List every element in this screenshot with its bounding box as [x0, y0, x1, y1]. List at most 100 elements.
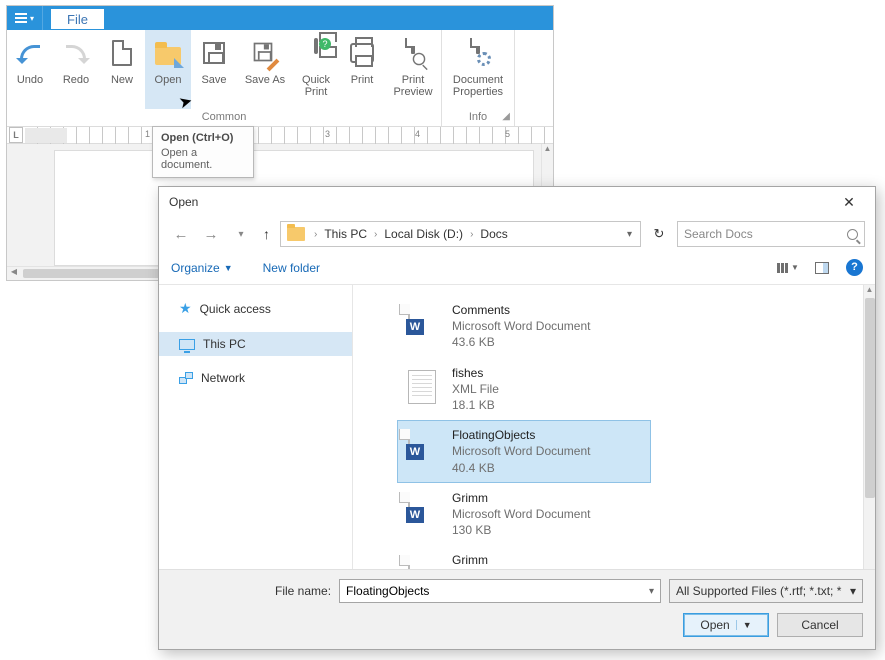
chevron-right-icon[interactable]: › [309, 229, 322, 240]
nav-this-pc[interactable]: This PC [159, 332, 352, 356]
help-button[interactable]: ? [846, 259, 863, 276]
ruler-ticks: 1 2 3 4 5 [25, 127, 553, 145]
file-item[interactable]: WFloatingObjectsMicrosoft Word Document4… [397, 420, 651, 483]
file-type: XML File [452, 381, 499, 397]
scroll-left-icon[interactable]: ◀ [7, 267, 21, 276]
file-size: 18.1 KB [452, 397, 499, 413]
preview-pane-button[interactable] [808, 257, 836, 279]
filename-input[interactable]: FloatingObjects ▾ [339, 579, 661, 603]
doc-properties-button[interactable]: Document Properties [442, 30, 514, 109]
file-name: fishes [452, 365, 499, 381]
filelist-scrollbar[interactable]: ▲ [863, 285, 875, 569]
recent-dropdown[interactable]: ▾ [229, 222, 253, 246]
address-dropdown[interactable]: ▾ [621, 229, 638, 240]
refresh-button[interactable]: ↻ [647, 226, 671, 242]
chevron-down-icon: ▼ [224, 263, 233, 273]
scroll-up-icon[interactable]: ▲ [542, 144, 553, 156]
up-button[interactable]: ↑ [259, 226, 274, 242]
view-mode-button[interactable]: ▼ [774, 257, 802, 279]
tooltip-title: Open (Ctrl+O) [161, 132, 245, 144]
doc-properties-icon [461, 36, 495, 70]
side-nav: ★ Quick access This PC Network [159, 285, 353, 569]
crumb-folder[interactable]: Docs [478, 227, 509, 241]
tab-file[interactable]: File [51, 9, 104, 29]
file-item[interactable]: fishesXML File18.1 KB [397, 358, 651, 421]
word-doc-icon: W [408, 555, 410, 569]
file-type: Microsoft Word Document [452, 506, 591, 522]
chevron-down-icon: ▼ [791, 263, 799, 272]
titlebar: ▾ File [7, 6, 553, 30]
scroll-up-icon[interactable]: ▲ [864, 285, 875, 297]
dialog-title: Open [169, 195, 198, 209]
arrow-up-icon: ↑ [263, 226, 270, 242]
filter-text: All Supported Files (*.rtf; *.txt; * [676, 584, 841, 598]
file-list[interactable]: WCommentsMicrosoft Word Document43.6 KBf… [353, 285, 875, 569]
network-icon [179, 372, 193, 384]
save-button[interactable]: Save [191, 30, 237, 109]
nav-row: ← → ▾ ↑ › This PC › Local Disk (D:) › Do… [159, 217, 875, 251]
undo-label: Undo [17, 74, 43, 86]
undo-icon [13, 36, 47, 70]
scroll-thumb[interactable] [865, 298, 875, 498]
save-as-label: Save As [245, 74, 285, 86]
redo-label: Redo [63, 74, 89, 86]
refresh-icon: ↻ [654, 226, 665, 241]
print-icon [345, 36, 379, 70]
chevron-down-icon: ▾ [238, 229, 243, 240]
file-name: Comments [452, 302, 591, 318]
breadcrumb-bar[interactable]: › This PC › Local Disk (D:) › Docs ▾ [280, 221, 641, 247]
undo-button[interactable]: Undo [7, 30, 53, 109]
quick-print-button[interactable]: ? Quick Print [293, 30, 339, 109]
group-title-common: Common [7, 109, 441, 126]
search-input[interactable]: Search Docs [677, 221, 865, 247]
forward-button[interactable]: → [199, 222, 223, 246]
save-as-button[interactable]: Save As [237, 30, 293, 109]
file-type-filter[interactable]: All Supported Files (*.rtf; *.txt; * ▾ [669, 579, 863, 603]
quick-print-icon: ? [299, 36, 333, 70]
print-preview-button[interactable]: Print Preview [385, 30, 441, 109]
back-button[interactable]: ← [169, 222, 193, 246]
ruler[interactable]: L 1 2 3 4 5 [7, 126, 553, 144]
toolbar-row: Organize▼ New folder ▼ ? [159, 251, 875, 285]
crumb-drive[interactable]: Local Disk (D:) [382, 227, 465, 241]
close-button[interactable]: ✕ [829, 189, 869, 215]
organize-menu[interactable]: Organize▼ [171, 261, 233, 275]
open-label: Open [155, 74, 182, 86]
word-doc-icon: W [408, 304, 410, 323]
chevron-down-icon[interactable]: ▼ [736, 620, 752, 630]
file-item[interactable]: WCommentsMicrosoft Word Document43.6 KB [397, 295, 651, 358]
monitor-icon [179, 339, 195, 350]
new-folder-button[interactable]: New folder [263, 261, 320, 275]
nav-quick-access[interactable]: ★ Quick access [159, 295, 352, 322]
search-icon [847, 229, 858, 240]
chevron-down-icon: ▾ [850, 584, 856, 598]
ribbon: Undo Redo New Open Save [7, 30, 553, 126]
file-item[interactable]: WGrimmMicrosoft Word Document130 KB [397, 483, 651, 546]
app-menu-icon[interactable]: ▾ [7, 6, 43, 30]
chevron-right-icon[interactable]: › [465, 229, 478, 240]
ruler-l-marker[interactable]: L [9, 127, 23, 143]
file-item[interactable]: WGrimmRich Text Format864 KB [397, 545, 651, 569]
new-button[interactable]: New [99, 30, 145, 109]
cancel-button[interactable]: Cancel [777, 613, 863, 637]
chevron-down-icon: ▾ [627, 229, 632, 240]
view-icon [777, 263, 788, 273]
preview-pane-icon [815, 262, 829, 274]
dialog-titlebar[interactable]: Open ✕ [159, 187, 875, 217]
redo-icon [59, 36, 93, 70]
dialog-launcher-icon[interactable]: ◢ [502, 111, 510, 122]
file-type: Rich Text Format [452, 568, 542, 569]
word-doc-icon: W [408, 492, 410, 511]
file-size: 40.4 KB [452, 460, 591, 476]
nav-network[interactable]: Network [159, 366, 352, 390]
chevron-down-icon[interactable]: ▾ [649, 586, 654, 597]
save-label: Save [201, 74, 226, 86]
crumb-thispc[interactable]: This PC [322, 227, 369, 241]
word-doc-icon: W [408, 429, 410, 448]
redo-button[interactable]: Redo [53, 30, 99, 109]
chevron-right-icon[interactable]: › [369, 229, 382, 240]
open-confirm-button[interactable]: Open▼ [683, 613, 769, 637]
star-icon: ★ [179, 300, 192, 317]
file-name: FloatingObjects [452, 427, 591, 443]
print-button[interactable]: Print [339, 30, 385, 109]
